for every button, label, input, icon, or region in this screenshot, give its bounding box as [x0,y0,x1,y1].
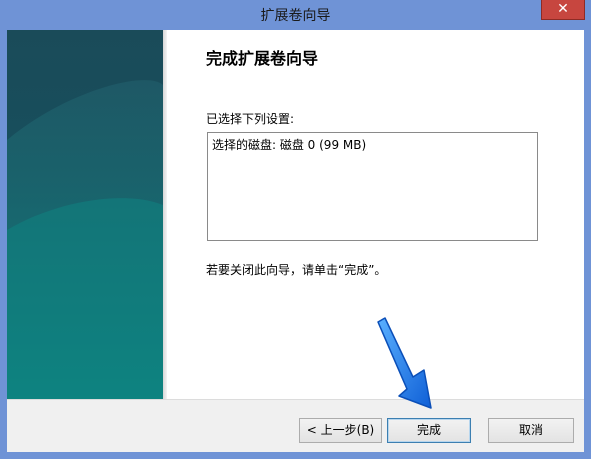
finish-button[interactable]: 完成 [387,418,471,443]
sidebar-decoration [7,80,163,399]
title-bar[interactable]: 扩展卷向导 ✕ [0,0,591,30]
wizard-window: 扩展卷向导 ✕ 完成扩展卷向导 已选择下列设置: 选择的磁盘: 磁盘 0 (99… [0,0,591,459]
cancel-button[interactable]: 取消 [488,418,574,443]
page-title: 完成扩展卷向导 [206,49,319,68]
wizard-content: 完成扩展卷向导 已选择下列设置: 选择的磁盘: 磁盘 0 (99 MB) 若要关… [167,30,584,399]
wizard-client-area: 完成扩展卷向导 已选择下列设置: 选择的磁盘: 磁盘 0 (99 MB) 若要关… [7,30,584,452]
close-icon: ✕ [557,1,569,17]
settings-summary-box[interactable]: 选择的磁盘: 磁盘 0 (99 MB) [207,132,538,241]
finish-instruction: 若要关闭此向导，请单击“完成”。 [206,263,387,277]
back-button[interactable]: < 上一步(B) [299,418,382,443]
wizard-sidebar-banner [7,30,163,399]
close-button[interactable]: ✕ [541,0,585,20]
settings-label: 已选择下列设置: [206,112,295,126]
settings-summary-text: 选择的磁盘: 磁盘 0 (99 MB) [212,138,367,152]
window-title: 扩展卷向导 [260,8,331,24]
button-bar: < 上一步(B) 完成 取消 [7,399,584,452]
